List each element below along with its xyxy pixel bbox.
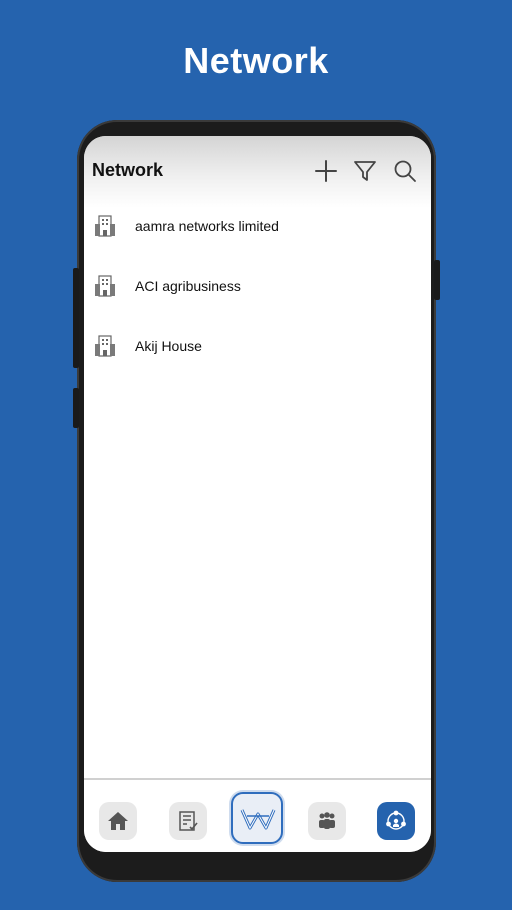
home-icon <box>108 812 128 830</box>
list-item[interactable]: Akij House <box>84 328 431 388</box>
building-icon <box>95 275 115 297</box>
plus-icon <box>315 160 337 182</box>
network-list: aamra networks limited ACI agribusiness <box>84 208 431 388</box>
list-item-label: Akij House <box>135 338 202 354</box>
people-icon <box>319 812 335 829</box>
page-title: Network <box>92 160 164 180</box>
phone-side-button <box>73 268 79 368</box>
nav-center-logo-button[interactable] <box>231 792 283 844</box>
nav-people-button[interactable] <box>308 802 346 840</box>
search-button[interactable] <box>392 158 418 184</box>
building-icon <box>95 215 115 237</box>
w-logo-icon <box>240 809 276 830</box>
list-item-label: ACI agribusiness <box>135 278 241 294</box>
promo-title: Network <box>183 40 329 81</box>
building-icon <box>95 335 115 357</box>
app-header: Network <box>84 136 431 208</box>
list-item[interactable]: ACI agribusiness <box>84 268 431 328</box>
nav-home-button[interactable] <box>99 802 137 840</box>
list-item[interactable]: aamra networks limited <box>84 208 431 268</box>
add-button[interactable] <box>313 158 339 184</box>
nav-documents-button[interactable] <box>169 802 207 840</box>
document-check-icon <box>179 811 198 831</box>
bottom-nav <box>84 778 431 852</box>
phone-side-button <box>73 388 79 428</box>
phone-screen: Network aamra networks limited ACI agrib… <box>84 136 431 852</box>
search-icon <box>394 160 416 182</box>
nav-network-button[interactable] <box>377 802 415 840</box>
list-item-label: aamra networks limited <box>135 218 279 234</box>
filter-icon <box>354 161 376 181</box>
phone-side-button <box>434 260 440 300</box>
filter-button[interactable] <box>352 158 378 184</box>
network-icon <box>386 810 406 830</box>
